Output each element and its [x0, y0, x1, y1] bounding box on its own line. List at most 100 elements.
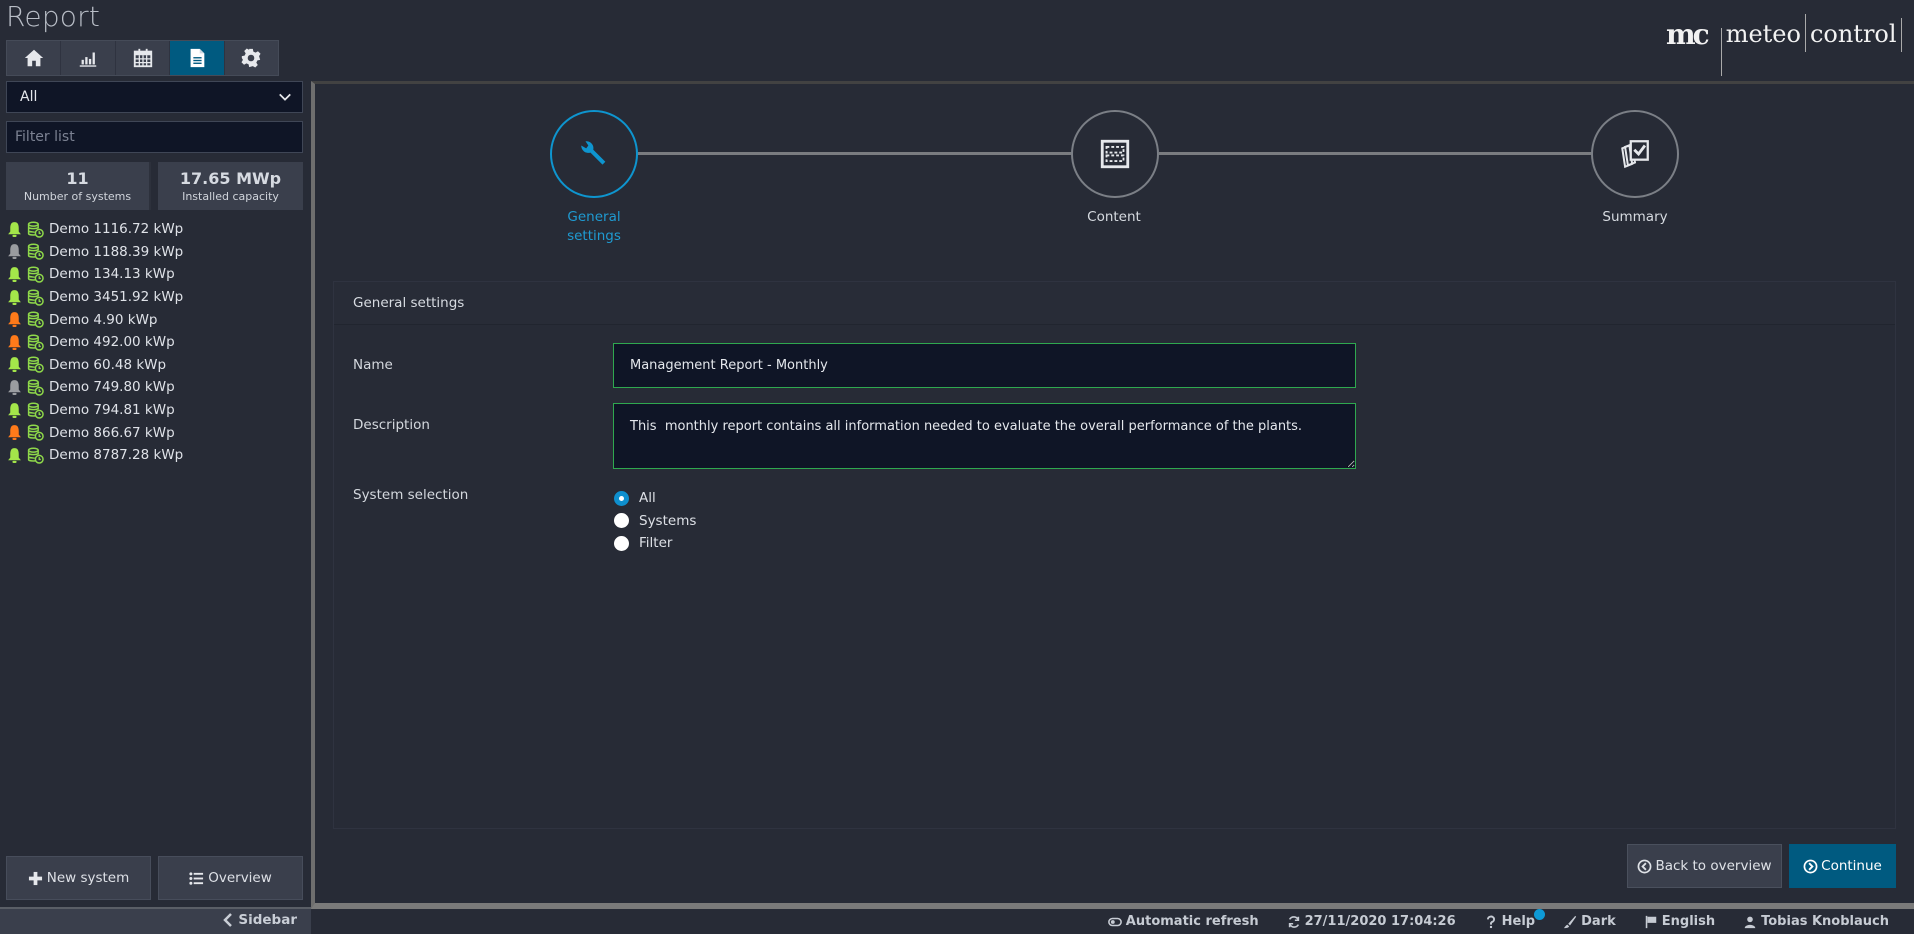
chevron-down-icon — [279, 93, 291, 101]
step-connector — [1159, 152, 1593, 155]
system-name: Demo 1116.72 kWp — [49, 221, 184, 238]
logo-divider — [1900, 18, 1902, 52]
nav-tab-home[interactable] — [7, 41, 62, 75]
system-group-dropdown[interactable]: All — [6, 81, 303, 113]
alarm-bell-icon — [8, 221, 21, 237]
database-clock-icon — [27, 243, 44, 261]
radio-all[interactable]: All — [613, 487, 696, 510]
theme-toggle[interactable]: Dark — [1563, 914, 1616, 929]
nav-tab-settings[interactable] — [225, 41, 278, 75]
stat-installed-capacity: 17.65 MWp Installed capacity — [158, 162, 303, 210]
alarm-bell-icon — [8, 289, 21, 305]
step-label-line: settings — [567, 228, 621, 244]
alarm-bell-icon — [8, 425, 21, 441]
calendar-icon — [133, 48, 152, 68]
database-clock-icon — [27, 379, 44, 396]
system-name: Demo 749.80 kWp — [49, 379, 175, 396]
database-clock-icon — [27, 311, 44, 328]
back-to-overview-button[interactable]: Back to overview — [1627, 844, 1782, 888]
system-list-item[interactable]: Demo 866.67 kWp — [6, 421, 302, 444]
sidebar-toggle-button[interactable]: Sidebar — [222, 912, 297, 928]
system-list-item[interactable]: Demo 8787.28 kWp — [6, 444, 302, 467]
database-clock-icon — [27, 334, 44, 351]
alarm-bell-icon — [8, 312, 21, 328]
step-label-line: Summary — [1602, 209, 1668, 225]
system-list-item[interactable]: Demo 794.81 kWp — [6, 399, 302, 422]
list-icon — [189, 871, 204, 885]
description-textarea[interactable]: This monthly report contains all informa… — [613, 403, 1356, 469]
flag-icon — [1645, 915, 1656, 928]
system-selection-label: System selection — [353, 487, 469, 503]
system-name: Demo 794.81 kWp — [49, 402, 175, 419]
step-content[interactable] — [1071, 110, 1159, 198]
document-icon — [190, 48, 205, 68]
refresh-timestamp[interactable]: 27/11/2020 17:04:26 — [1287, 914, 1456, 929]
system-name: Demo 8787.28 kWp — [49, 447, 184, 464]
system-list-item[interactable]: Demo 60.48 kWp — [6, 354, 302, 377]
radio-filter[interactable]: Filter — [613, 532, 696, 555]
overview-button[interactable]: Overview — [158, 856, 303, 900]
back-label: Back to overview — [1655, 858, 1772, 874]
automatic-refresh-label: Automatic refresh — [1125, 914, 1259, 929]
continue-button[interactable]: Continue — [1789, 844, 1896, 888]
wrench-icon — [581, 141, 606, 165]
home-icon — [24, 49, 43, 67]
step-label-general-settings: General settings — [534, 208, 654, 246]
layout-icon — [1100, 139, 1130, 169]
name-input[interactable] — [613, 343, 1356, 388]
capacity-label: Installed capacity — [182, 189, 279, 203]
step-summary[interactable] — [1591, 110, 1679, 198]
radio-button-checked[interactable] — [614, 490, 629, 506]
status-bar: Automatic refresh 27/11/2020 17:04:26 He… — [311, 909, 1914, 934]
step-label-summary: Summary — [1575, 208, 1695, 227]
alarm-bell-icon — [8, 334, 21, 350]
system-list-item[interactable]: Demo 3451.92 kWp — [6, 286, 302, 309]
chevron-left-icon — [223, 913, 233, 927]
toggle-icon — [1107, 917, 1122, 926]
dropdown-value: All — [20, 89, 38, 105]
system-list-item[interactable]: Demo 1116.72 kWp — [6, 218, 302, 241]
sidebar-footer: Sidebar — [0, 909, 311, 934]
capacity-value: 17.65 MWp — [179, 168, 282, 188]
brush-icon — [1564, 915, 1577, 928]
system-list-item[interactable]: Demo 1188.39 kWp — [6, 241, 302, 264]
user-menu[interactable]: Tobias Knoblauch — [1743, 914, 1889, 929]
language-selector[interactable]: English — [1644, 914, 1715, 929]
systems-count-label: Number of systems — [23, 189, 132, 203]
nav-tab-analysis[interactable] — [61, 41, 116, 75]
systems-count: 11 — [66, 168, 89, 188]
database-clock-icon — [27, 289, 44, 306]
system-list-item[interactable]: Demo 134.13 kWp — [6, 263, 302, 286]
continue-label: Continue — [1821, 858, 1882, 874]
alarm-bell-icon — [8, 402, 21, 418]
sidebar-toggle-label: Sidebar — [238, 912, 297, 928]
system-name: Demo 3451.92 kWp — [49, 289, 184, 306]
new-system-label: New system — [46, 870, 130, 886]
help-button[interactable]: Help — [1484, 909, 1546, 929]
nav-tab-report[interactable] — [170, 41, 225, 75]
new-system-button[interactable]: New system — [6, 856, 151, 900]
step-label-line: General — [567, 209, 621, 225]
automatic-refresh-toggle[interactable]: Automatic refresh — [1107, 914, 1259, 929]
system-list-item[interactable]: Demo 492.00 kWp — [6, 331, 302, 354]
alarm-bell-icon — [8, 267, 21, 282]
theme-label: Dark — [1581, 914, 1616, 929]
alarm-bell-icon — [8, 447, 21, 463]
description-label: Description — [353, 417, 430, 433]
radio-button[interactable] — [614, 513, 629, 529]
system-list-item[interactable]: Demo 4.90 kWp — [6, 308, 302, 331]
filter-list-input[interactable] — [6, 121, 303, 153]
meteocontrol-logo: mc meteo control — [1666, 14, 1902, 76]
system-list-item[interactable]: Demo 749.80 kWp — [6, 376, 302, 399]
alarm-bell-icon — [8, 380, 21, 395]
card-title: General settings — [334, 282, 1895, 325]
nav-tab-calendar[interactable] — [116, 41, 171, 75]
system-list: Demo 1116.72 kWp Demo 1188.39 kWp Demo 134… — [6, 218, 302, 467]
timestamp-label: 27/11/2020 17:04:26 — [1304, 914, 1456, 929]
radio-label: All — [639, 490, 656, 507]
page-title: Report — [6, 0, 101, 33]
alarm-bell-icon — [8, 357, 21, 373]
step-general-settings[interactable] — [550, 110, 638, 198]
radio-button[interactable] — [614, 535, 629, 551]
radio-systems[interactable]: Systems — [613, 510, 696, 533]
